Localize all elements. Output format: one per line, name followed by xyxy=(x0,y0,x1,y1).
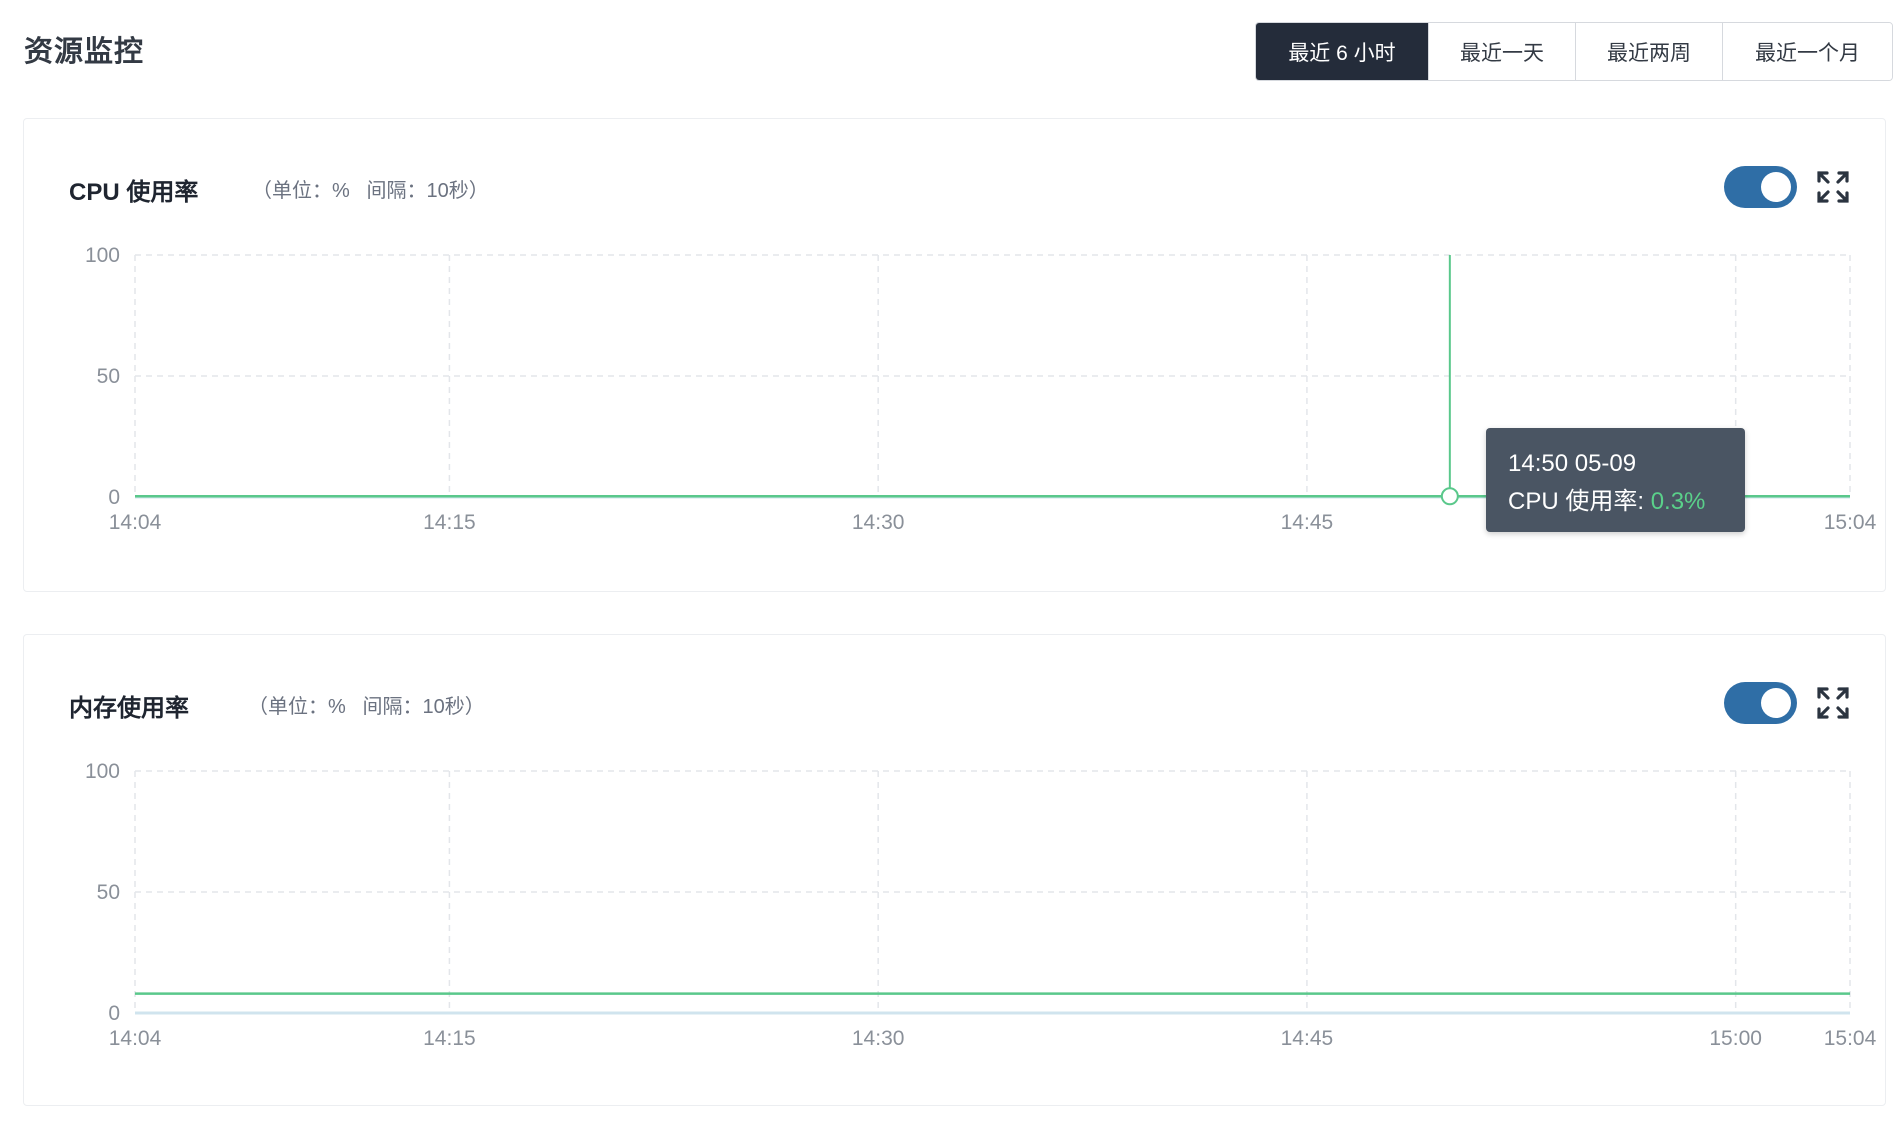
x-tick-label: 14:30 xyxy=(852,1027,905,1050)
y-tick-label: 100 xyxy=(85,244,120,267)
y-tick-label: 100 xyxy=(85,760,120,783)
y-tick-label: 0 xyxy=(108,1002,120,1025)
x-tick-label: 14:30 xyxy=(852,511,905,534)
x-tick-label: 14:15 xyxy=(423,511,476,534)
chart-tooltip: 14:50 05-09 CPU 使用率: 0.3% xyxy=(1486,428,1745,532)
x-tick-label: 15:04 xyxy=(1824,1027,1877,1050)
y-tick-label: 50 xyxy=(97,881,120,904)
y-tick-label: 0 xyxy=(108,486,120,509)
y-tick-label: 50 xyxy=(97,365,120,388)
crosshair-marker xyxy=(1440,487,1459,506)
tooltip-value-row: CPU 使用率: 0.3% xyxy=(1508,483,1745,521)
x-tick-label: 14:45 xyxy=(1281,1027,1334,1050)
x-tick-label: 15:00 xyxy=(1709,1027,1762,1050)
memory-plot: 100 50 014:04 14:15 14:30 14:45 15:00 15:04 xyxy=(85,760,1877,1050)
x-tick-label: 15:04 xyxy=(1824,511,1877,534)
cpu-usage-chart: 10050014:04 14:15 14:30 14:45 15:0410050014:… xyxy=(85,244,1877,1050)
x-tick-label: 14:45 xyxy=(1281,511,1334,534)
x-tick-label: 14:15 xyxy=(423,1027,476,1050)
tooltip-value: 0.3% xyxy=(1650,488,1706,515)
tooltip-label: CPU 使用率: xyxy=(1508,488,1651,515)
tooltip-time: 14:50 05-09 xyxy=(1508,450,1637,477)
x-tick-label: 14:04 xyxy=(109,511,162,534)
x-tick-label: 14:04 xyxy=(109,1027,162,1050)
